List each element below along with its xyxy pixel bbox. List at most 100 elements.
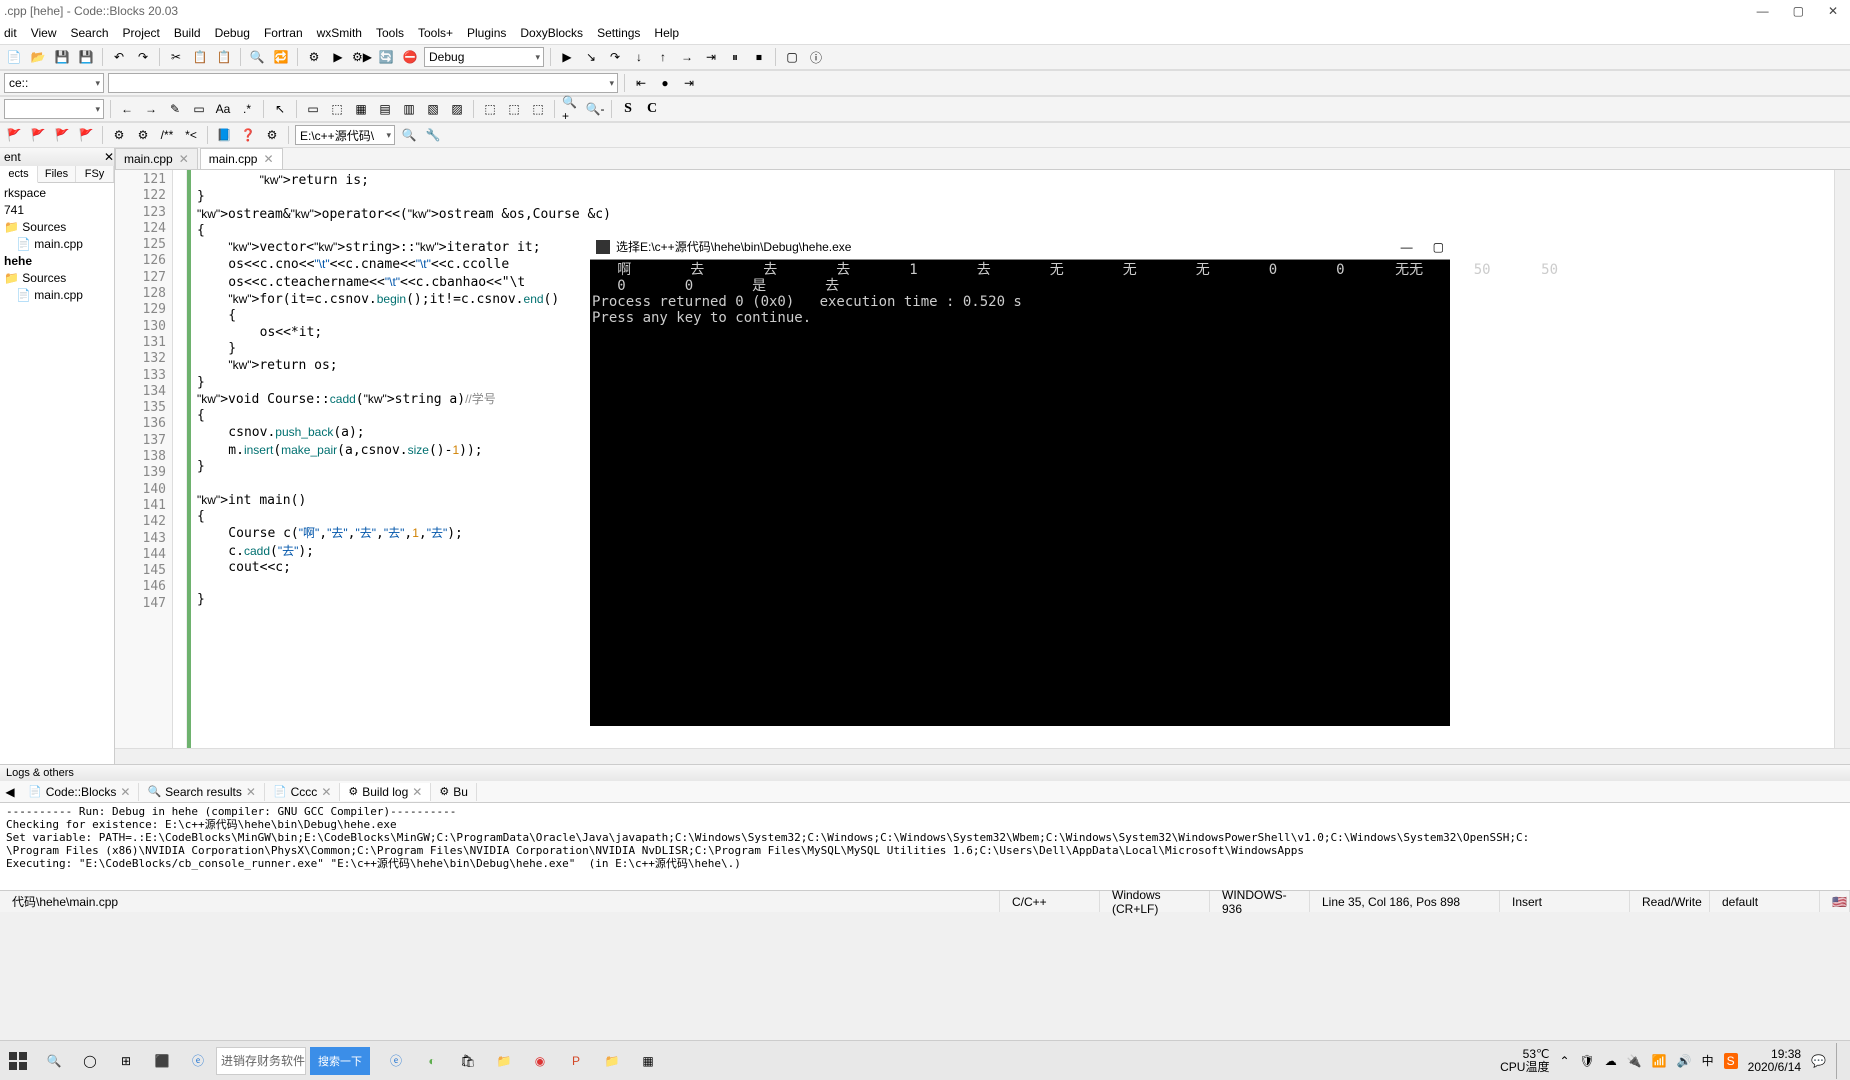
debug-step-into-icon[interactable]: ↓ [629,47,649,67]
console-window[interactable]: 选择E:\c++源代码\hehe\bin\Debug\hehe.exe — ▢ … [590,234,1450,726]
tree-node[interactable]: 741 [4,202,110,219]
info-icon[interactable]: ⓘ [806,47,826,67]
undo-icon[interactable]: ↶ [109,47,129,67]
logs-body[interactable]: ---------- Run: Debug in hehe (compiler:… [0,803,1850,872]
jump-back-icon[interactable]: ⇤ [631,73,651,93]
match-case-icon[interactable]: Aa [213,99,233,119]
close-icon[interactable]: ✕ [120,785,130,799]
powerpoint-icon[interactable]: P [558,1043,594,1079]
tree-node[interactable]: Sources [4,270,110,287]
jump-forward-icon[interactable]: ⇥ [679,73,699,93]
ime-icon[interactable]: 中 [1702,1052,1714,1069]
logs-scroll-left-icon[interactable]: ◀ [0,782,20,802]
log-tab[interactable]: ⚙ Bu [431,783,477,801]
power-icon[interactable]: 🔌 [1627,1054,1642,1068]
debug-next-line-icon[interactable]: ↷ [605,47,625,67]
tree-node[interactable]: main.cpp [4,287,110,304]
console-titlebar[interactable]: 选择E:\c++源代码\hehe\bin\Debug\hehe.exe — ▢ [590,234,1450,260]
hscroll[interactable] [115,748,1850,764]
zoomin-icon[interactable]: 🔍+ [561,99,581,119]
block6-icon[interactable]: ▧ [423,99,443,119]
tray-expand-icon[interactable]: ⌃ [1559,1054,1569,1068]
cursor-icon[interactable]: ↖ [270,99,290,119]
debug-windows-icon[interactable]: ▢ [782,47,802,67]
menu-item[interactable]: Fortran [264,26,303,40]
record-icon[interactable]: ● [655,73,675,93]
source-icon[interactable]: S [618,99,638,119]
menu-item[interactable]: Build [174,26,201,40]
nav-back-icon[interactable]: ← [117,99,137,119]
clock[interactable]: 19:38 2020/6/14 [1748,1048,1801,1074]
editor-tab[interactable]: main.cpp✕ [200,148,283,169]
new-file-icon[interactable]: 📄 [4,47,24,67]
menu-item[interactable]: Settings [597,26,640,40]
menu-item[interactable]: DoxyBlocks [520,26,583,40]
saveall-icon[interactable]: 💾 [76,47,96,67]
debug-step-instr-icon[interactable]: ⇥ [701,47,721,67]
debug-break-icon[interactable]: ⏸ [725,47,745,67]
doxy5-icon[interactable]: ⚙ [262,125,282,145]
bookmark-clear-icon[interactable]: 🚩 [76,125,96,145]
tree-node[interactable]: hehe [4,253,110,270]
block5-icon[interactable]: ▥ [399,99,419,119]
editor-tab[interactable]: main.cpp✕ [115,148,198,169]
stop-icon[interactable]: ⛔ [400,47,420,67]
bookmark-toggle-icon[interactable]: 🚩 [4,125,24,145]
cut-icon[interactable]: ✂ [166,47,186,67]
panel-close-icon[interactable]: ✕ [104,150,114,164]
tab-fsystem[interactable]: FSy [76,166,114,182]
save-icon[interactable]: 💾 [52,47,72,67]
tab-files[interactable]: Files [38,166,76,182]
menu-item[interactable]: wxSmith [317,26,362,40]
close-icon[interactable]: ✕ [321,785,331,799]
fold-column[interactable] [173,170,187,748]
debug-run-to-cursor-icon[interactable]: ↘ [581,47,601,67]
block2-icon[interactable]: ⬚ [327,99,347,119]
store-icon[interactable]: 🛍 [450,1043,486,1079]
block4-icon[interactable]: ▤ [375,99,395,119]
block9-icon[interactable]: ⬚ [504,99,524,119]
taskbar-searchbox[interactable]: 进销存财务软件 [216,1047,306,1075]
open-icon[interactable]: 📂 [28,47,48,67]
search-icon[interactable]: 🔍 [36,1043,72,1079]
debug-continue-icon[interactable]: ▶ [557,47,577,67]
close-icon[interactable]: ✕ [1828,4,1838,18]
close-icon[interactable]: ✕ [246,785,256,799]
console-output[interactable]: 啊 去 去 去 1 去 无 无 无 0 0 无无 50 50 0 0 是 去 P… [590,260,1450,328]
block1-icon[interactable]: ▭ [303,99,323,119]
sb-flag-icon[interactable]: 🇺🇸 [1820,891,1850,912]
netease-icon[interactable]: ◉ [522,1043,558,1079]
folder-icon[interactable]: 📁 [594,1043,630,1079]
log-tab[interactable]: ⚙ Build log ✕ [340,783,431,801]
volume-icon[interactable]: 🔊 [1677,1054,1692,1068]
project-tree[interactable]: rkspace741Sourcesmain.cppheheSourcesmain… [0,183,114,306]
tab-projects[interactable]: ects [0,166,38,183]
taskview-icon[interactable]: ⊞ [108,1043,144,1079]
replace-icon[interactable]: 🔁 [271,47,291,67]
vscroll[interactable] [1834,170,1850,748]
comment-line-icon[interactable]: *< [181,125,201,145]
menu-item[interactable]: Search [70,26,108,40]
redo-icon[interactable]: ↷ [133,47,153,67]
menu-item[interactable]: Tools+ [418,26,453,40]
run-icon[interactable]: ▶ [328,47,348,67]
buildrun-icon[interactable]: ⚙▶ [352,47,372,67]
build-target-select[interactable]: Debug [424,47,544,67]
menu-item[interactable]: dit [4,26,17,40]
log-tab[interactable]: 🔍 Search results ✕ [139,783,264,801]
block3-icon[interactable]: ▦ [351,99,371,119]
cortana-icon[interactable]: ◯ [72,1043,108,1079]
close-icon[interactable]: ✕ [412,785,422,799]
desktop-peek[interactable] [1836,1043,1842,1079]
menu-item[interactable]: View [31,26,57,40]
menu-item[interactable]: Project [123,26,160,40]
build-icon[interactable]: ⚙ [304,47,324,67]
app-icon[interactable]: ⬛ [144,1043,180,1079]
menu-item[interactable]: Debug [215,26,250,40]
browser-icon[interactable]: ◐ [414,1043,450,1079]
debug-step-out-icon[interactable]: ↑ [653,47,673,67]
bookmark-next-icon[interactable]: 🚩 [52,125,72,145]
search-path-icon[interactable]: 🔍 [399,125,419,145]
doxy2-icon[interactable]: ⚙ [133,125,153,145]
options-icon[interactable]: 🔧 [423,125,443,145]
